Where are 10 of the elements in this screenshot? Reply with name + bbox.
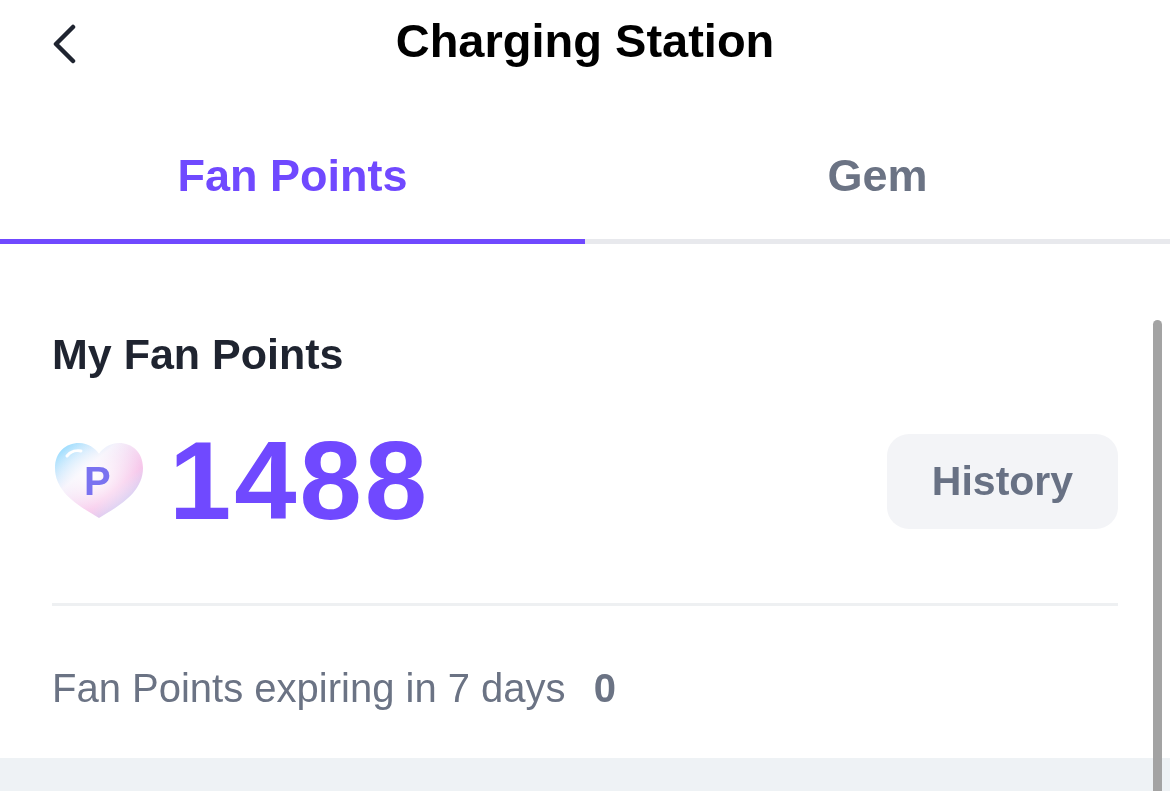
chevron-left-icon[interactable]	[52, 24, 76, 64]
expiring-value: 0	[593, 665, 616, 712]
page-title: Charging Station	[395, 15, 775, 67]
points-balance: 1488	[169, 426, 431, 536]
history-button[interactable]: History	[887, 433, 1118, 529]
section-heading: My Fan Points	[52, 329, 344, 380]
expiring-label: Fan Points expiring in 7 days	[52, 665, 566, 712]
points-letter: P	[84, 461, 111, 501]
tab[interactable]: Fan Points	[0, 86, 585, 244]
tab[interactable]: Gem	[585, 86, 1170, 244]
